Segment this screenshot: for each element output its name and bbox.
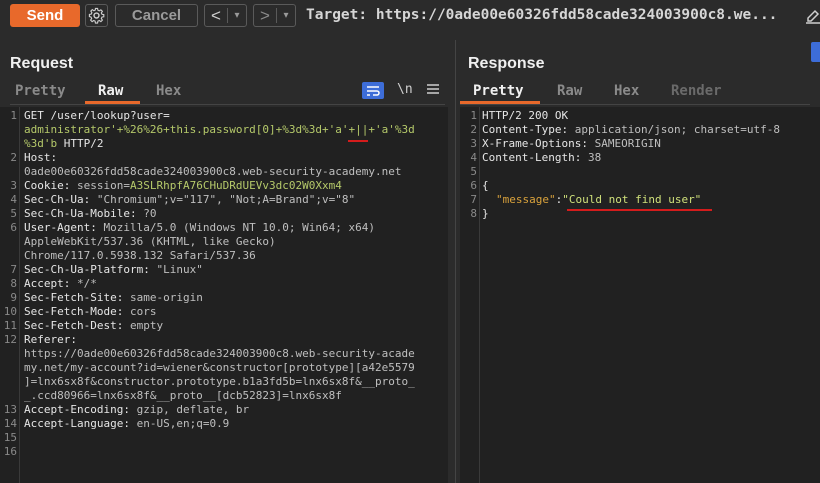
request-body: GET /user/lookup?user= administrator'+%2… bbox=[24, 109, 415, 459]
header-x-frame-options: X-Frame-Options: SAMEORIGIN bbox=[482, 137, 661, 150]
header-user-agent: User-Agent: Mozilla/5.0 (Windows NT 10.0… bbox=[24, 221, 376, 234]
header-cookie: Cookie: session=A3SLRhpfA76CHuDRdUEVv3dc… bbox=[24, 179, 342, 192]
panel-divider[interactable] bbox=[455, 40, 456, 483]
line-number: 8 bbox=[10, 277, 17, 290]
gear-icon bbox=[88, 7, 105, 24]
line-number: 5 bbox=[470, 165, 477, 178]
response-tab-hex[interactable]: Hex bbox=[614, 83, 639, 99]
settings-button[interactable] bbox=[85, 4, 108, 27]
response-tab-rule bbox=[460, 104, 810, 105]
header-user-agent-cont: AppleWebKit/537.36 (KHTML, like Gecko) bbox=[24, 235, 276, 248]
request-line-end: %3d'b HTTP/2 bbox=[24, 137, 104, 150]
request-tab-pretty[interactable]: Pretty bbox=[15, 83, 66, 99]
response-tab-pretty[interactable]: Pretty bbox=[473, 83, 524, 99]
back-button[interactable]: < ▾ bbox=[204, 4, 247, 27]
back-arrow-icon: < bbox=[211, 5, 221, 25]
request-tab-raw[interactable]: Raw bbox=[98, 83, 123, 99]
forward-history-dropdown[interactable]: ▾ bbox=[277, 10, 295, 21]
back-history-dropdown[interactable]: ▾ bbox=[228, 10, 246, 21]
header-sec-fetch-dest: Sec-Fetch-Dest: empty bbox=[24, 319, 164, 332]
line-number: 8 bbox=[470, 207, 477, 220]
request-line: GET /user/lookup?user= bbox=[24, 109, 170, 122]
request-line-payload: administrator'+%26%26+this.password[0]+%… bbox=[24, 123, 415, 136]
response-title: Response bbox=[468, 55, 545, 72]
header-sec-ch-ua: Sec-Ch-Ua: "Chromium";v="117", "Not;A=Br… bbox=[24, 193, 356, 206]
line-number: 4 bbox=[10, 193, 17, 206]
line-number: 3 bbox=[470, 137, 477, 150]
header-sec-ch-ua-platform: Sec-Ch-Ua-Platform: "Linux" bbox=[24, 263, 203, 276]
header-referer: Referer: bbox=[24, 333, 77, 346]
line-number: 1 bbox=[10, 109, 17, 122]
json-close: } bbox=[482, 207, 489, 220]
annotation-underline bbox=[567, 209, 712, 211]
json-open: { bbox=[482, 179, 489, 192]
line-number: 1 bbox=[470, 109, 477, 122]
menu-icon[interactable] bbox=[427, 83, 439, 95]
line-number: 13 bbox=[3, 403, 17, 416]
response-body: HTTP/2 200 OK Content-Type: application/… bbox=[482, 109, 780, 235]
line-number: 12 bbox=[3, 333, 17, 346]
target-label: Target: https://0ade00e60326fdd58cade324… bbox=[306, 7, 778, 23]
header-user-agent-cont: Chrome/117.0.5938.132 Safari/537.36 bbox=[24, 249, 256, 262]
line-number: 5 bbox=[10, 207, 17, 220]
header-accept-encoding: Accept-Encoding: gzip, deflate, br bbox=[24, 403, 250, 416]
json-message: "message":"Could not find user" bbox=[496, 193, 702, 206]
header-referer-value: _.ccd80966=lnx6sx8f&__proto__[dcb52823]=… bbox=[24, 389, 342, 402]
line-number: 7 bbox=[10, 263, 17, 276]
line-number: 2 bbox=[10, 151, 17, 164]
response-tab-render[interactable]: Render bbox=[671, 83, 722, 99]
cancel-button[interactable]: Cancel bbox=[115, 4, 198, 27]
header-referer-value: ]=lnx6sx8f&constructor.prototype.b1a3fd5… bbox=[24, 375, 415, 388]
inspector-tab[interactable] bbox=[811, 42, 820, 62]
line-number: 6 bbox=[10, 221, 17, 234]
line-number: 2 bbox=[470, 123, 477, 136]
request-title: Request bbox=[10, 55, 74, 72]
wrap-lines-icon bbox=[367, 85, 380, 96]
line-number: 7 bbox=[470, 193, 477, 206]
header-host-value: 0ade00e60326fdd58cade324003900c8.web-sec… bbox=[24, 165, 402, 178]
header-sec-fetch-site: Sec-Fetch-Site: same-origin bbox=[24, 291, 203, 304]
header-referer-value: my.net/my-account?id=wiener&constructor[… bbox=[24, 361, 415, 374]
header-accept-language: Accept-Language: en-US,en;q=0.9 bbox=[24, 417, 230, 430]
header-accept: Accept: */* bbox=[24, 277, 97, 290]
line-number: 10 bbox=[3, 305, 17, 318]
response-status: HTTP/2 200 OK bbox=[482, 109, 569, 122]
header-sec-ch-ua-mobile: Sec-Ch-Ua-Mobile: ?0 bbox=[24, 207, 157, 220]
header-sec-fetch-mode: Sec-Fetch-Mode: cors bbox=[24, 305, 157, 318]
edit-target-icon[interactable] bbox=[806, 8, 820, 24]
toolbar: Send Cancel < ▾ > ▾ Target: https://0ade… bbox=[0, 0, 820, 32]
header-content-type: Content-Type: application/json; charset=… bbox=[482, 123, 781, 136]
line-number: 9 bbox=[10, 291, 17, 304]
send-button[interactable]: Send bbox=[10, 4, 80, 27]
injected-char: 'a' bbox=[328, 123, 349, 136]
line-number: 3 bbox=[10, 179, 17, 192]
request-tab-hex[interactable]: Hex bbox=[156, 83, 181, 99]
line-number: 4 bbox=[470, 151, 477, 164]
line-number: 11 bbox=[3, 319, 17, 332]
line-number: 16 bbox=[3, 445, 17, 458]
response-editor[interactable]: 1 2 3 4 5 6 7 8 HTTP/2 200 OK Content-Ty… bbox=[460, 107, 820, 483]
request-tab-rule bbox=[10, 104, 445, 105]
wrap-lines-button[interactable] bbox=[362, 82, 384, 99]
header-content-length: Content-Length: 38 bbox=[482, 151, 602, 164]
line-number: 6 bbox=[470, 179, 477, 192]
show-newlines-button[interactable]: \n bbox=[397, 82, 413, 97]
header-referer-value: https://0ade00e60326fdd58cade324003900c8… bbox=[24, 347, 415, 360]
response-tab-raw[interactable]: Raw bbox=[557, 83, 582, 99]
forward-arrow-icon: > bbox=[260, 5, 270, 25]
line-number: 15 bbox=[3, 431, 17, 444]
line-number: 14 bbox=[3, 417, 17, 430]
annotation-underline bbox=[348, 140, 368, 142]
message-value: "Could not find user" bbox=[562, 193, 702, 206]
header-host: Host: bbox=[24, 151, 58, 164]
forward-button[interactable]: > ▾ bbox=[253, 4, 296, 27]
request-editor[interactable]: 1 2 3 4 5 6 7 8 9 10 11 12 13 14 15 16 G… bbox=[0, 107, 448, 483]
